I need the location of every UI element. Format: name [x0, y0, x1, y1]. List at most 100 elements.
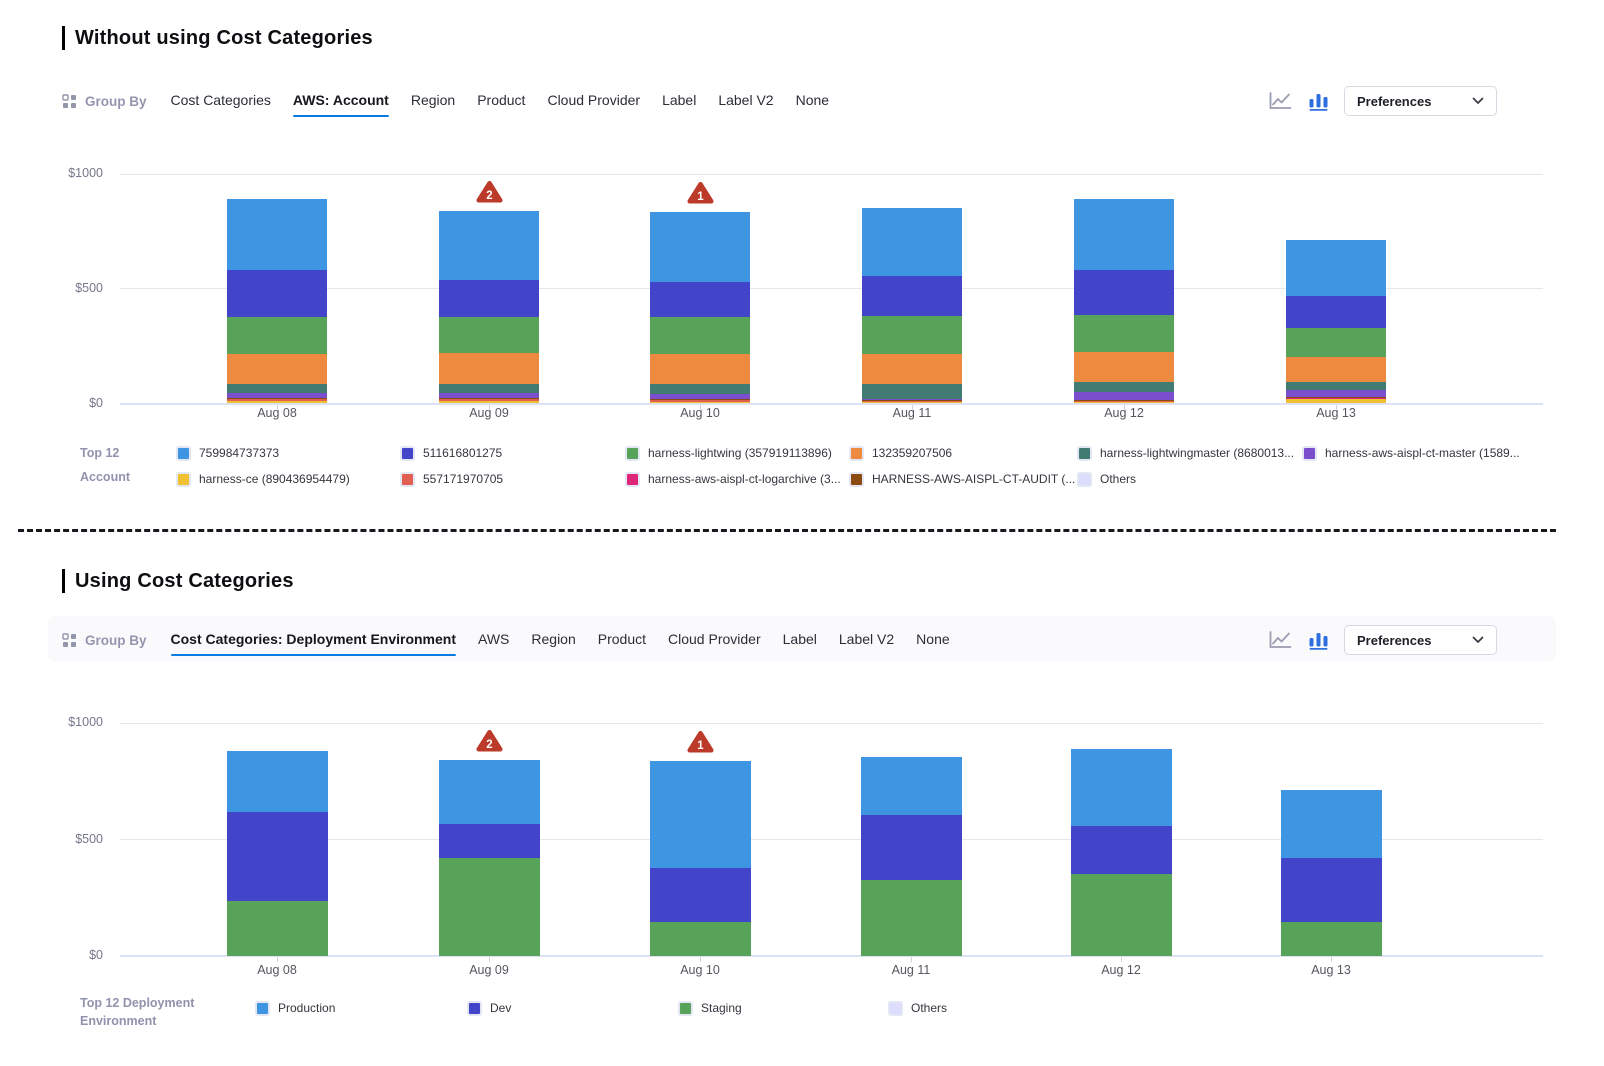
preferences-button[interactable]: Preferences	[1344, 625, 1497, 655]
legend-item-759984737373[interactable]: 759984737373	[176, 445, 279, 461]
legend-item-harness-lightwing-357919113896[interactable]: harness-lightwing (357919113896)	[625, 445, 832, 461]
bar-segment-staging[interactable]	[861, 880, 962, 956]
anomaly-badge[interactable]: 1	[687, 730, 714, 754]
bar-segment-production[interactable]	[439, 760, 540, 824]
bar-segment-harness-aws-aispl-ct-master-1589[interactable]	[862, 399, 962, 400]
bar-segment-759984737373[interactable]	[439, 211, 539, 280]
legend-item-harness-ce-890436954479[interactable]: harness-ce (890436954479)	[176, 471, 350, 487]
bar-segment-harness-lightwingmaster-8680013[interactable]	[1074, 382, 1174, 392]
tab-aws[interactable]: AWS	[478, 631, 509, 649]
bar-segment-harness-ce-890436954479[interactable]	[1286, 398, 1386, 403]
bar-segment-511616801275[interactable]	[1074, 270, 1174, 315]
bar-segment-harness-ce-890436954479[interactable]	[439, 401, 539, 403]
bar-segment-dev[interactable]	[227, 812, 328, 900]
bar-segment-511616801275[interactable]	[439, 280, 539, 317]
tab-product[interactable]: Product	[477, 92, 525, 110]
tab-cloud-provider[interactable]: Cloud Provider	[547, 92, 640, 110]
bar-segment-759984737373[interactable]	[650, 212, 750, 281]
bar-segment-harness-aws-aispl-ct-master-1589[interactable]	[1074, 392, 1174, 400]
tab-label-v2[interactable]: Label V2	[718, 92, 773, 110]
bar-segment-harness-aws-aispl-ct-master-1589[interactable]	[227, 393, 327, 398]
bar-chart-toggle-icon[interactable]	[1308, 91, 1329, 111]
bar-segment-511616801275[interactable]	[1286, 296, 1386, 328]
legend-item-harness-lightwingmaster-8680013[interactable]: harness-lightwingmaster (8680013...	[1077, 445, 1294, 461]
anomaly-badge[interactable]: 1	[687, 181, 714, 205]
bar-segment-staging[interactable]	[650, 922, 751, 956]
bar-segment-harness-ce-890436954479[interactable]	[862, 402, 962, 404]
tab-label[interactable]: Label	[783, 631, 817, 649]
bar-segment-759984737373[interactable]	[227, 199, 327, 269]
bar-segment-759984737373[interactable]	[1286, 240, 1386, 296]
legend-item-others[interactable]: Others	[1077, 471, 1136, 487]
bar-segment-staging[interactable]	[227, 901, 328, 956]
bar-segment-harness-lightwing-357919113896[interactable]	[862, 316, 962, 354]
bar-segment-132359207506[interactable]	[862, 354, 962, 384]
bar-segment-harness-lightwingmaster-8680013[interactable]	[227, 384, 327, 392]
bar-segment-557171970705[interactable]	[650, 400, 750, 402]
tab-region[interactable]: Region	[531, 631, 575, 649]
tab-region[interactable]: Region	[411, 92, 455, 110]
tab-none[interactable]: None	[916, 631, 949, 649]
tab-label[interactable]: Label	[662, 92, 696, 110]
bar-segment-132359207506[interactable]	[227, 354, 327, 385]
bar-segment-production[interactable]	[650, 761, 751, 868]
legend-item-staging[interactable]: Staging	[678, 1000, 742, 1016]
bar-segment-harness-lightwingmaster-8680013[interactable]	[1286, 382, 1386, 390]
anomaly-badge[interactable]: 2	[476, 729, 503, 753]
bar-segment-511616801275[interactable]	[862, 276, 962, 316]
bar-segment-dev[interactable]	[1281, 858, 1382, 923]
legend-item-511616801275[interactable]: 511616801275	[400, 445, 502, 461]
bar-segment-511616801275[interactable]	[650, 282, 750, 318]
legend-item-production[interactable]: Production	[255, 1000, 335, 1016]
bar-segment-harness-lightwing-357919113896[interactable]	[227, 317, 327, 354]
bar-segment-harness-lightwing-357919113896[interactable]	[439, 317, 539, 354]
bar-segment-harness-aws-aispl-ct-master-1589[interactable]	[1286, 390, 1386, 397]
bar-segment-harness-ce-890436954479[interactable]	[650, 402, 750, 404]
tab-none[interactable]: None	[796, 92, 829, 110]
bar-segment-production[interactable]	[227, 751, 328, 812]
tab-cost-categories-deployment-environment[interactable]: Cost Categories: Deployment Environment	[171, 631, 457, 649]
bar-segment-harness-lightwingmaster-8680013[interactable]	[650, 384, 750, 394]
bar-chart-toggle-icon[interactable]	[1308, 630, 1329, 650]
tab-cost-categories[interactable]: Cost Categories	[171, 92, 271, 110]
bar-segment-759984737373[interactable]	[1074, 199, 1174, 270]
bar-segment-dev[interactable]	[1071, 826, 1172, 874]
bar-segment-132359207506[interactable]	[650, 354, 750, 384]
bar-segment-staging[interactable]	[439, 858, 540, 956]
bar-segment-557171970705[interactable]	[227, 398, 327, 401]
line-chart-toggle-icon[interactable]	[1268, 91, 1293, 111]
bar-segment-harness-ce-890436954479[interactable]	[227, 401, 327, 403]
bar-segment-production[interactable]	[1071, 749, 1172, 826]
legend-item-harness-aws-aispl-ct-master-1589[interactable]: harness-aws-aispl-ct-master (1589...	[1302, 445, 1520, 461]
bar-segment-dev[interactable]	[861, 815, 962, 880]
bar-segment-harness-aws-aispl-ct-master-1589[interactable]	[650, 394, 750, 399]
bar-segment-132359207506[interactable]	[1286, 357, 1386, 382]
bar-segment-harness-lightwing-357919113896[interactable]	[1286, 328, 1386, 357]
anomaly-badge[interactable]: 2	[476, 180, 503, 204]
line-chart-toggle-icon[interactable]	[1268, 630, 1293, 650]
tab-product[interactable]: Product	[598, 631, 646, 649]
bar-segment-harness-lightwing-357919113896[interactable]	[650, 317, 750, 354]
legend-item-dev[interactable]: Dev	[467, 1000, 511, 1016]
legend-item-557171970705[interactable]: 557171970705	[400, 471, 503, 487]
bar-segment-557171970705[interactable]	[439, 399, 539, 402]
bar-segment-132359207506[interactable]	[1074, 352, 1174, 382]
bar-segment-staging[interactable]	[1071, 874, 1172, 956]
bar-segment-dev[interactable]	[650, 868, 751, 922]
bar-segment-132359207506[interactable]	[439, 353, 539, 383]
legend-item-others[interactable]: Others	[888, 1000, 947, 1016]
bar-segment-511616801275[interactable]	[227, 270, 327, 317]
bar-segment-harness-aws-aispl-ct-master-1589[interactable]	[439, 393, 539, 398]
bar-segment-dev[interactable]	[439, 824, 540, 858]
bar-segment-harness-lightwingmaster-8680013[interactable]	[439, 384, 539, 393]
bar-segment-production[interactable]	[861, 757, 962, 815]
bar-segment-production[interactable]	[1281, 790, 1382, 858]
tab-cloud-provider[interactable]: Cloud Provider	[668, 631, 761, 649]
bar-segment-staging[interactable]	[1281, 922, 1382, 956]
bar-segment-557171970705[interactable]	[1074, 401, 1174, 402]
tab-label-v2[interactable]: Label V2	[839, 631, 894, 649]
bar-segment-759984737373[interactable]	[862, 208, 962, 277]
legend-item-harness-aws-aispl-ct-logarchive-3[interactable]: harness-aws-aispl-ct-logarchive (3...	[625, 471, 841, 487]
preferences-button[interactable]: Preferences	[1344, 86, 1497, 116]
bar-segment-557171970705[interactable]	[862, 401, 962, 402]
